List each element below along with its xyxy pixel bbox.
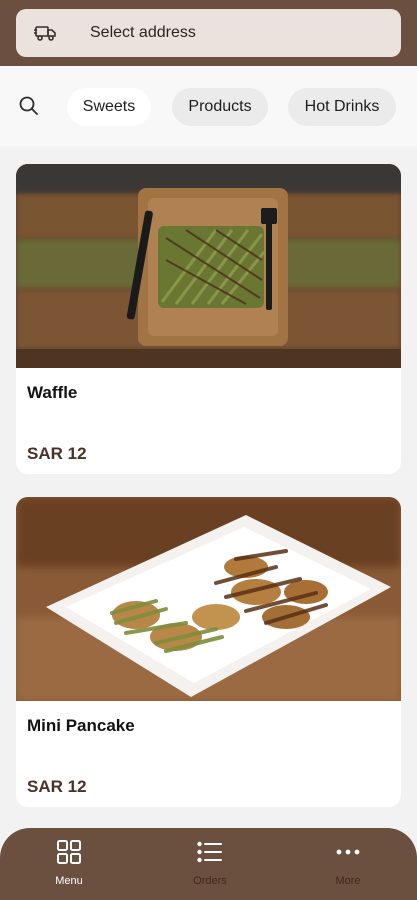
more-dots-icon xyxy=(336,849,360,855)
select-address-button[interactable]: Select address xyxy=(16,9,401,57)
search-icon[interactable] xyxy=(18,95,40,117)
bottom-navigation: Menu Orders More xyxy=(0,828,417,900)
nav-label: More xyxy=(335,875,361,887)
category-chip-label: Hot Drinks xyxy=(304,98,380,115)
nav-item-more[interactable]: More xyxy=(308,838,388,894)
product-name: Waffle xyxy=(27,383,78,402)
delivery-truck-icon xyxy=(34,23,60,43)
nav-item-menu[interactable]: Menu xyxy=(29,838,109,894)
category-chip-products[interactable]: Products xyxy=(172,88,268,126)
nav-label: Menu xyxy=(55,875,83,887)
product-card-mini-pancake[interactable]: Mini Pancake SAR 12 xyxy=(16,497,401,807)
waffle-photo xyxy=(16,164,401,368)
product-price: SAR 12 xyxy=(27,777,87,796)
category-chip-sweets[interactable]: Sweets xyxy=(67,88,151,126)
product-card-waffle[interactable]: Waffle SAR 12 xyxy=(16,164,401,474)
grid-icon xyxy=(57,840,81,864)
product-name: Mini Pancake xyxy=(27,716,135,735)
nav-label: Orders xyxy=(193,875,227,887)
product-price: SAR 12 xyxy=(27,444,87,463)
category-chip-hot-drinks[interactable]: Hot Drinks xyxy=(288,88,396,126)
mini-pancake-photo xyxy=(16,497,401,701)
category-chip-label: Sweets xyxy=(82,98,136,115)
top-bar: Select address xyxy=(0,0,417,66)
nav-item-orders[interactable]: Orders xyxy=(170,838,250,894)
category-chip-label: Products xyxy=(188,98,252,115)
address-label: Select address xyxy=(90,24,196,41)
list-icon xyxy=(197,841,222,863)
